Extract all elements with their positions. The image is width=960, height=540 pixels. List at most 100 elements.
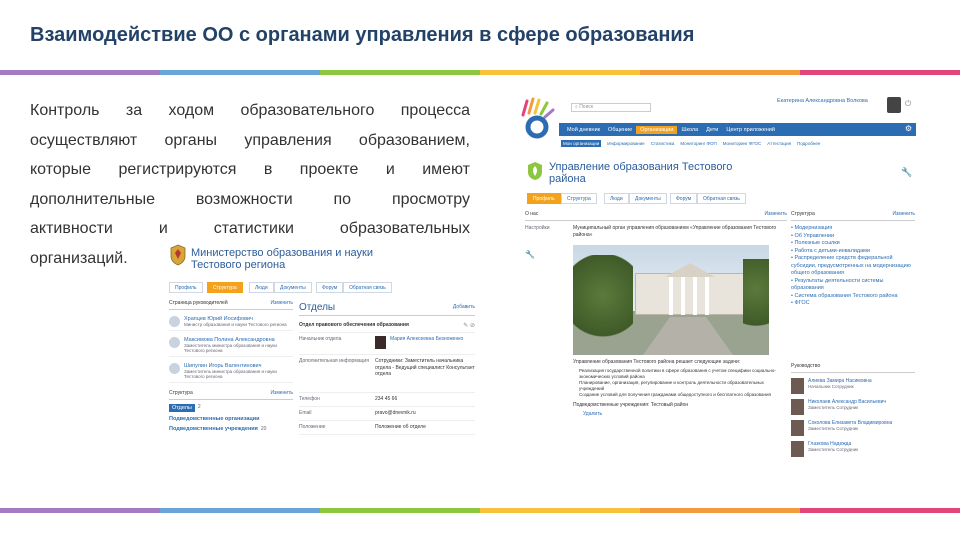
user-name-link[interactable]: Екатерина Александровна Волкова — [777, 98, 868, 104]
structure-header: Структура — [791, 211, 815, 217]
leader-row[interactable]: Шипулин Игорь Валентинович Заместитель ми… — [169, 361, 293, 383]
power-icon[interactable]: ⏻ — [905, 99, 911, 109]
stripe-segment — [800, 508, 960, 513]
structure-link[interactable]: Результаты деятельности системы образова… — [791, 278, 915, 293]
task-item: Планирование, организация, регулирование… — [579, 380, 764, 391]
tab-profile[interactable]: Профиль — [527, 193, 561, 204]
about-section: О нас Изменить Настройки 🔧 Муниципальный… — [525, 211, 787, 418]
leader-row[interactable]: Глазкова Надежда Заместитель Сотрудник — [791, 441, 915, 457]
structure-link[interactable]: Работа с детьми-инвалидами — [791, 248, 915, 256]
leader-role: Заместитель Сотрудник — [808, 426, 859, 431]
slide-title: Взаимодействие ОО с органами управления … — [30, 24, 695, 46]
subnav-item[interactable]: Аттестация — [767, 140, 791, 147]
row-label: Положение — [299, 424, 326, 430]
tab-people[interactable]: Люди — [249, 282, 274, 293]
settings-link[interactable]: Настройки — [525, 225, 573, 232]
search-input[interactable]: ⌕ Поиск — [571, 103, 651, 112]
avatar — [791, 399, 804, 415]
structure-item[interactable]: Отделы 2 — [169, 404, 293, 412]
row-value: Сотрудники: Заместитель начальника отдел… — [375, 358, 475, 377]
avatar — [169, 336, 180, 348]
structure-link[interactable]: ФГОС — [791, 300, 915, 308]
department-row: Положение Положение об отделе — [299, 421, 475, 435]
coat-of-arms-icon — [169, 244, 187, 266]
leaders-edit-link[interactable]: Изменить — [270, 300, 293, 307]
stripe-segment — [0, 508, 160, 513]
row-label: Телефон — [299, 396, 320, 402]
subnav-item[interactable]: Информирование — [607, 140, 644, 147]
department-row: Email pravo@dnevnik.ru — [299, 407, 475, 421]
structure-link[interactable]: Модернизация — [791, 225, 915, 233]
leader-row[interactable]: Храпцев Юрий Иосифович Министр образовани… — [169, 314, 293, 331]
leader-name[interactable]: Максимова Полина Александровна — [184, 337, 290, 343]
avatar[interactable] — [887, 97, 901, 113]
leader-role: Заместитель министра образования и науки… — [184, 368, 277, 380]
tab-people[interactable]: Люди — [604, 193, 629, 204]
subnav-item[interactable]: Подробнее — [797, 140, 820, 147]
tabs: Профиль Структура Люди Документы Форум О… — [527, 193, 827, 205]
main-navbar: Мой дневник Общение Организации Школа Дети Це… — [559, 123, 916, 136]
leader-row[interactable]: Максимова Полина Александровна Заместител… — [169, 335, 293, 357]
wrench-icon[interactable]: 🔧 — [901, 167, 912, 178]
edit-pencil-icon[interactable]: ✎ ⊘ — [463, 322, 475, 329]
structure-link[interactable]: Об Управлении — [791, 233, 915, 241]
leader-row[interactable]: Николаев Александр Васильевич Заместитель… — [791, 399, 915, 415]
tab-documents[interactable]: Документы — [274, 282, 312, 293]
tab-documents[interactable]: Документы — [629, 193, 667, 204]
org-leaf-icon — [527, 161, 543, 181]
structure-link[interactable]: Полезные ссылки — [791, 240, 915, 248]
tab-feedback[interactable]: Обратная связь — [697, 193, 746, 204]
structure-item[interactable]: Подведомственные организации — [169, 416, 293, 422]
subnav-item[interactable]: Статистика — [651, 140, 675, 147]
tab-forum[interactable]: Форум — [316, 282, 344, 293]
stripe-segment — [160, 508, 320, 513]
add-department-link[interactable]: Добавить — [453, 304, 475, 311]
structure-item[interactable]: Подведомственные учреждения 20 — [169, 426, 293, 433]
about-edit-link[interactable]: Изменить — [764, 211, 787, 218]
dnevnik-logo-icon — [517, 97, 557, 139]
task-item: Реализация государственной политики в сф… — [579, 368, 776, 379]
department-row: Начальник отдела Мария Алексеевна Безноже… — [299, 333, 475, 355]
subnav-item[interactable]: Мои организации — [561, 140, 602, 147]
nav-item[interactable]: Центр приложений — [722, 126, 779, 134]
body-line: дополнительные возможности по просмотру — [30, 190, 470, 208]
structure-edit-link[interactable]: Изменить — [892, 211, 915, 218]
tab-structure[interactable]: Структура — [561, 193, 597, 204]
tab-feedback[interactable]: Обратная связь — [343, 282, 392, 293]
subnav-item[interactable]: Мониторинг ФОП — [680, 140, 716, 147]
tab-forum[interactable]: Форум — [670, 193, 698, 204]
leadership-header: Руководство — [791, 363, 821, 369]
screenshot-district-page: ⌕ Поиск Екатерина Александровна Волкова … — [515, 95, 918, 467]
row-value[interactable]: Мария Алексеевна Безноженко — [390, 336, 463, 351]
leader-row[interactable]: Соколова Елизавета Владимировна Заместите… — [791, 420, 915, 436]
nav-item[interactable]: Дети — [702, 126, 722, 134]
gear-icon[interactable]: ⚙ — [905, 124, 912, 133]
structure-link[interactable]: Система образования Тестового района — [791, 293, 915, 301]
row-value[interactable]: Положение об отделе — [375, 424, 426, 431]
avatar — [791, 441, 804, 457]
body-line: которые регистрируются в проекте и имеют — [30, 161, 470, 178]
nav-item[interactable]: Организации — [636, 125, 678, 134]
tab-profile[interactable]: Профиль — [169, 282, 203, 293]
structure-edit-link[interactable]: Изменить — [270, 390, 293, 397]
structure-section: Структура Изменить Отделы 2 Подведомстве… — [169, 390, 293, 433]
stripe-segment — [480, 508, 640, 513]
settings-wrench-icon[interactable]: 🔧 — [525, 250, 573, 259]
nav-item[interactable]: Школа — [677, 126, 702, 134]
org-name: Управление образования Тестового района — [549, 161, 733, 185]
row-value: 234 45 66 — [375, 396, 398, 402]
tab-structure[interactable]: Структура — [207, 282, 243, 293]
footer-line: Подведомственные учреждения: Тестовый ра… — [573, 401, 689, 408]
avatar — [791, 378, 804, 394]
leaders-header: Страница руководителей — [169, 300, 228, 306]
stripe-segment — [640, 508, 800, 513]
structure-link[interactable]: Распределение средств федеральной субсид… — [791, 255, 915, 278]
delete-link[interactable]: Удалить — [583, 411, 787, 418]
row-value[interactable]: pravo@dnevnik.ru — [375, 410, 416, 417]
color-stripe-bottom — [0, 508, 960, 513]
subnav-item[interactable]: Мониторинг ФГОС — [723, 140, 762, 147]
nav-item[interactable]: Мой дневник — [563, 126, 604, 134]
leader-row[interactable]: Алиева Замира Насимовна Начальник Сотрудн… — [791, 378, 915, 394]
avatar — [791, 420, 804, 436]
nav-item[interactable]: Общение — [604, 126, 636, 134]
